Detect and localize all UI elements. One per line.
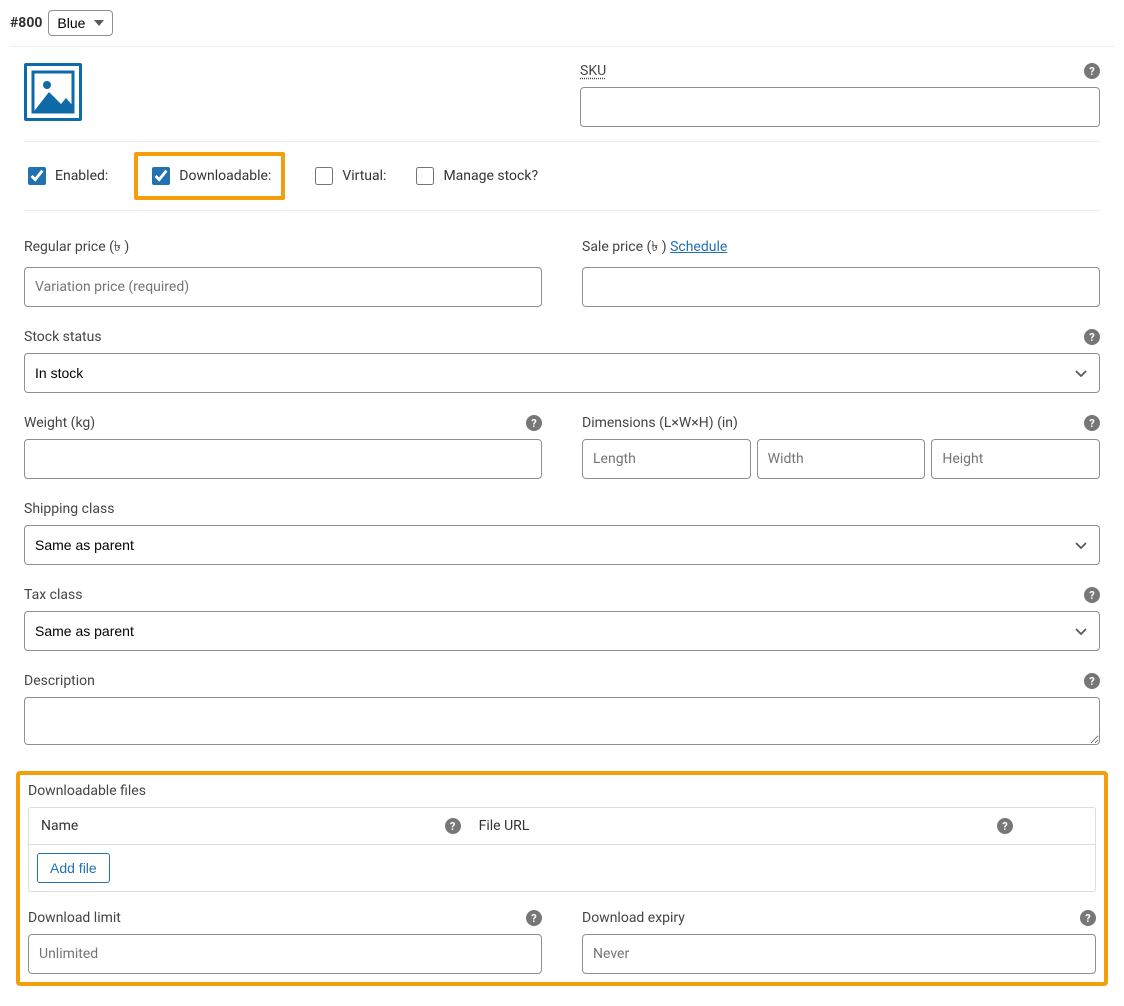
sale-price-label: Sale price (৳ ) Schedule	[582, 235, 1100, 259]
downloadable-files-table: Name ? File URL ? Add file	[28, 807, 1096, 892]
enabled-label: Enabled:	[55, 168, 108, 184]
tax-class-select[interactable]: Same as parent	[24, 611, 1100, 651]
image-icon	[31, 70, 75, 114]
stock-status-label: Stock status	[24, 329, 1100, 345]
variation-header: #800 Blue	[10, 10, 1114, 47]
help-icon[interactable]: ?	[1084, 587, 1100, 603]
description-label: Description	[24, 673, 1100, 689]
help-icon[interactable]: ?	[1084, 673, 1100, 689]
regular-price-label: Regular price (৳ )	[24, 235, 542, 259]
description-textarea[interactable]	[24, 697, 1100, 745]
download-expiry-label: Download expiry	[582, 910, 1096, 926]
downloadable-label: Downloadable:	[179, 168, 271, 184]
help-icon[interactable]: ?	[1084, 63, 1100, 79]
downloadable-option[interactable]: Downloadable:	[134, 152, 285, 200]
help-icon[interactable]: ?	[997, 818, 1013, 834]
options-row: Enabled: Downloadable: Virtual: Manage s…	[24, 141, 1100, 211]
width-input[interactable]	[757, 439, 926, 479]
help-icon[interactable]: ?	[526, 910, 542, 926]
image-upload-placeholder[interactable]	[24, 63, 82, 121]
download-limit-label: Download limit	[28, 910, 542, 926]
height-input[interactable]	[931, 439, 1100, 479]
tax-class-label: Tax class	[24, 587, 1100, 603]
help-icon[interactable]: ?	[1084, 329, 1100, 345]
help-icon[interactable]: ?	[526, 415, 542, 431]
stock-status-select[interactable]: In stock	[24, 353, 1100, 393]
downloadable-checkbox[interactable]	[152, 167, 170, 185]
weight-label: Weight (kg)	[24, 415, 542, 431]
enabled-option[interactable]: Enabled:	[24, 164, 108, 188]
help-icon[interactable]: ?	[1084, 415, 1100, 431]
table-header-name: Name	[41, 818, 78, 834]
download-expiry-input[interactable]	[582, 934, 1096, 974]
sku-input[interactable]	[580, 87, 1100, 127]
virtual-checkbox[interactable]	[315, 167, 333, 185]
downloadable-files-label: Downloadable files	[28, 783, 1096, 799]
help-icon[interactable]: ?	[445, 818, 461, 834]
regular-price-input[interactable]	[24, 267, 542, 307]
manage-stock-label: Manage stock?	[443, 168, 538, 184]
sale-price-input[interactable]	[582, 267, 1100, 307]
variant-select[interactable]: Blue	[48, 10, 113, 36]
variation-id: #800	[10, 15, 42, 31]
weight-input[interactable]	[24, 439, 542, 479]
shipping-class-label: Shipping class	[24, 501, 1100, 517]
shipping-class-select[interactable]: Same as parent	[24, 525, 1100, 565]
enabled-checkbox[interactable]	[28, 167, 46, 185]
dimensions-label: Dimensions (L×W×H) (in)	[582, 415, 1100, 431]
help-icon[interactable]: ?	[1080, 910, 1096, 926]
schedule-link[interactable]: Schedule	[670, 239, 727, 255]
length-input[interactable]	[582, 439, 751, 479]
manage-stock-checkbox[interactable]	[416, 167, 434, 185]
manage-stock-option[interactable]: Manage stock?	[412, 164, 538, 188]
sku-label: SKU	[580, 63, 1100, 79]
virtual-label: Virtual:	[342, 168, 386, 184]
download-limit-input[interactable]	[28, 934, 542, 974]
virtual-option[interactable]: Virtual:	[311, 164, 386, 188]
table-header-url: File URL	[479, 818, 530, 834]
